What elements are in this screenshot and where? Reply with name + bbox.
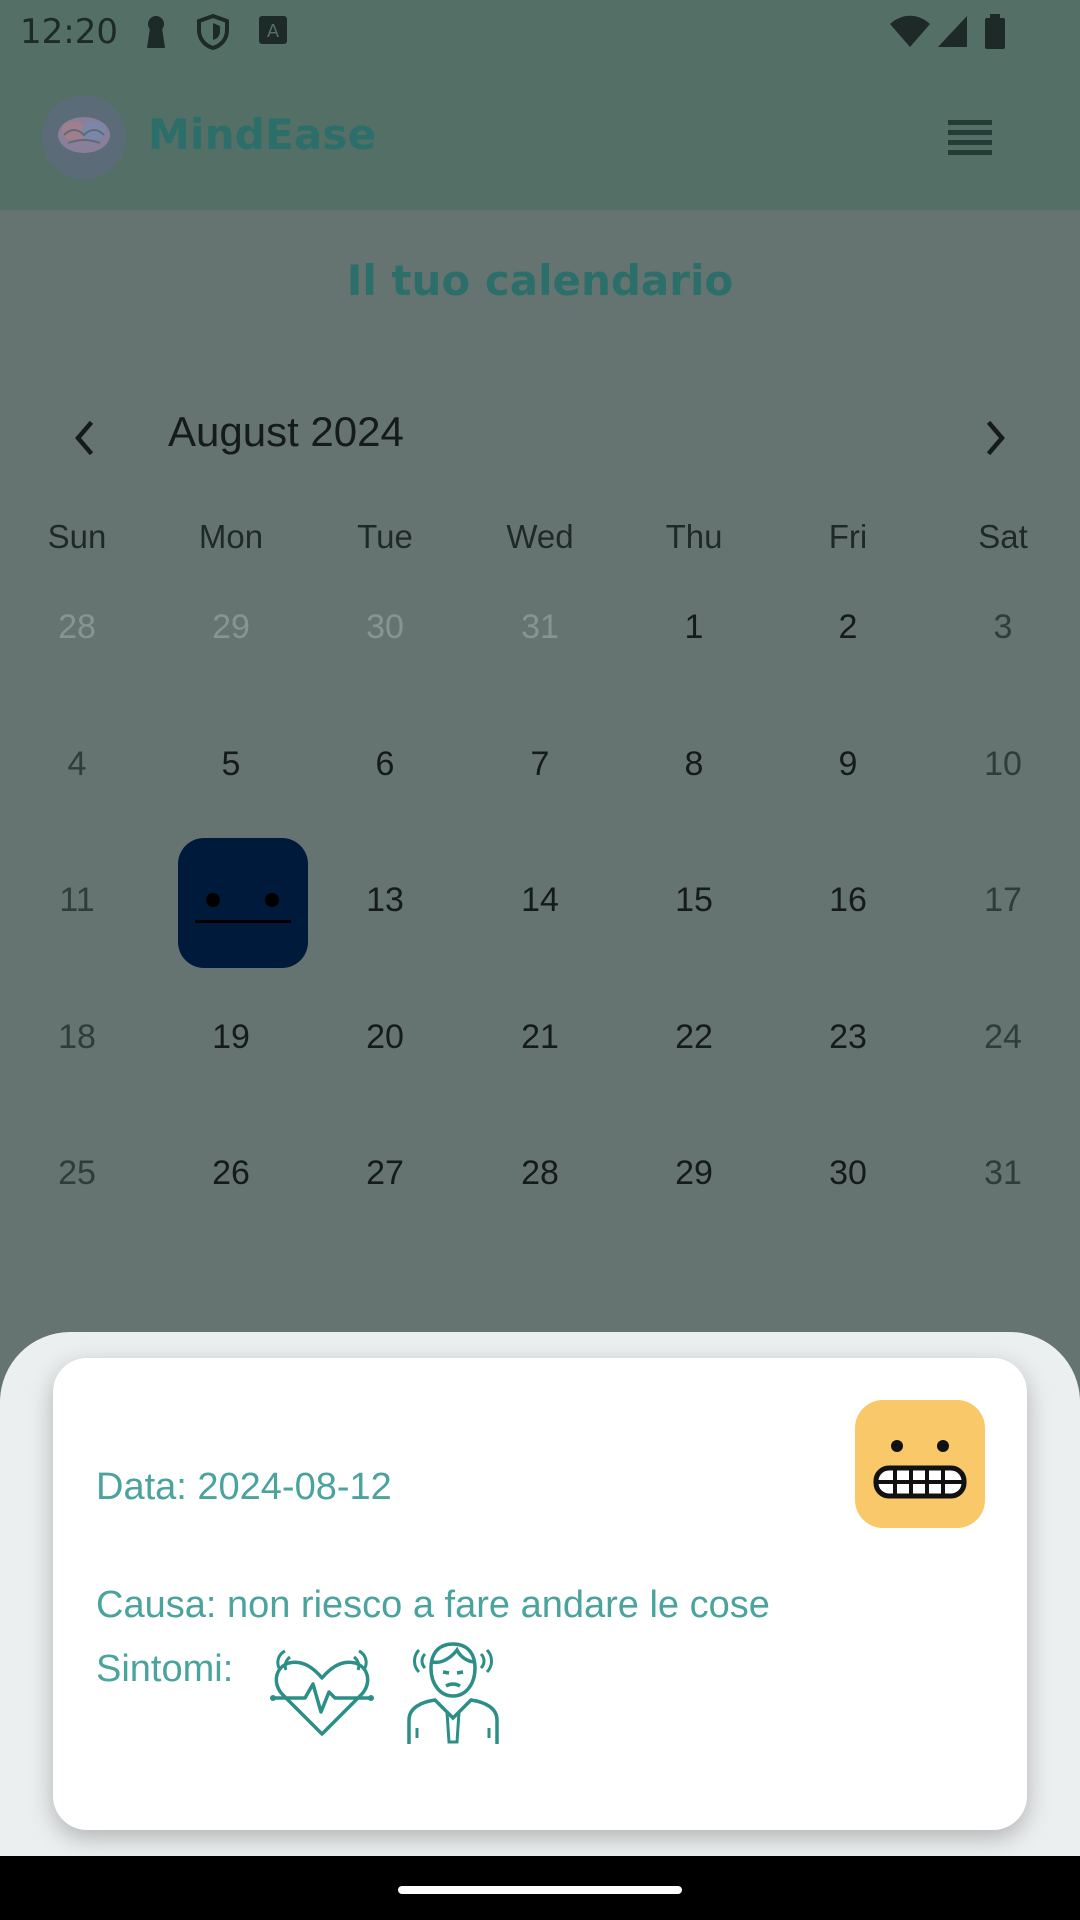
chevron-right-icon[interactable] [972,414,1020,462]
menu-icon[interactable] [948,120,992,160]
svg-text:A: A [267,21,280,42]
calendar-day[interactable]: 22 [617,1007,771,1067]
calendar-day[interactable]: 30 [771,1143,925,1203]
shield-icon [197,14,229,50]
calendar-day[interactable]: 9 [771,734,925,794]
calendar-day[interactable]: 2 [771,597,925,657]
selected-day-mood[interactable] [178,838,308,968]
calendar-day[interactable]: 10 [926,734,1080,794]
status-time: 12:20 [20,12,118,52]
font-a-icon: A [259,16,287,44]
calendar-day[interactable]: 30 [308,597,462,657]
mood-detail-card: Data: 2024-08-12 Causa: non riesco a far… [53,1358,1027,1830]
app-title: MindEase [148,110,377,159]
calendar-day[interactable]: 29 [617,1143,771,1203]
calendar-day[interactable]: 24 [926,1007,1080,1067]
calendar-day[interactable]: 3 [926,597,1080,657]
weekday-row: Sun Mon Tue Wed Thu Fri Sat [0,518,1080,568]
system-nav-bar [0,1856,1080,1920]
calendar-day[interactable]: 15 [617,870,771,930]
grimacing-face-icon [855,1400,985,1528]
entry-date: Data: 2024-08-12 [96,1466,392,1508]
heart-palpitations-icon [270,1649,374,1736]
app-bar: MindEase [0,62,1080,210]
calendar-day[interactable]: 14 [463,870,617,930]
calendar-day[interactable]: 27 [308,1143,462,1203]
calendar-day[interactable]: 21 [463,1007,617,1067]
status-bar: 12:20 A [0,0,1080,62]
wifi-icon [890,15,930,47]
calendar-header: August 2024 [0,400,1080,470]
weekday-label: Fri [828,518,868,555]
calendar-day[interactable]: 16 [771,870,925,930]
home-gesture-bar[interactable] [398,1886,682,1894]
calendar-day[interactable]: 11 [0,870,154,930]
calendar-day[interactable]: 19 [154,1007,308,1067]
calendar-day[interactable]: 6 [308,734,462,794]
symptoms-label: Sintomi: [96,1648,234,1690]
calendar-day[interactable]: 29 [154,597,308,657]
calendar-day[interactable]: 31 [926,1143,1080,1203]
weekday-label: Sun [47,518,107,555]
neutral-face-icon [195,893,291,923]
keyhole-icon [147,16,165,48]
calendar-day[interactable]: 1 [617,597,771,657]
weekday-label: Thu [665,518,723,555]
calendar-day[interactable]: 26 [154,1143,308,1203]
calendar-day[interactable]: 18 [0,1007,154,1067]
weekday-label: Wed [506,518,574,555]
calendar-day[interactable]: 4 [0,734,154,794]
calendar-day[interactable]: 28 [463,1143,617,1203]
calendar-day[interactable]: 25 [0,1143,154,1203]
weekday-label: Tue [357,518,413,555]
signal-icon [938,16,967,47]
weekday-label: Mon [198,518,264,555]
month-label: August 2024 [168,408,404,455]
calendar-day[interactable]: 8 [617,734,771,794]
calendar-day[interactable]: 28 [0,597,154,657]
calendar-day[interactable]: 17 [926,870,1080,930]
battery-icon [985,14,1005,49]
calendar-day[interactable]: 7 [463,734,617,794]
calendar-day[interactable]: 23 [771,1007,925,1067]
calendar-day[interactable]: 13 [308,870,462,930]
brain-logo-icon [42,95,126,179]
entry-cause: Causa: non riesco a fare andare le cose [96,1584,770,1626]
calendar-day[interactable]: 5 [154,734,308,794]
calendar-day[interactable]: 31 [463,597,617,657]
chevron-left-icon[interactable] [60,414,108,462]
weekday-label: Sat [978,518,1028,555]
page-title: Il tuo calendario [346,256,734,305]
calendar-day[interactable]: 20 [308,1007,462,1067]
trembling-person-icon [407,1642,499,1744]
